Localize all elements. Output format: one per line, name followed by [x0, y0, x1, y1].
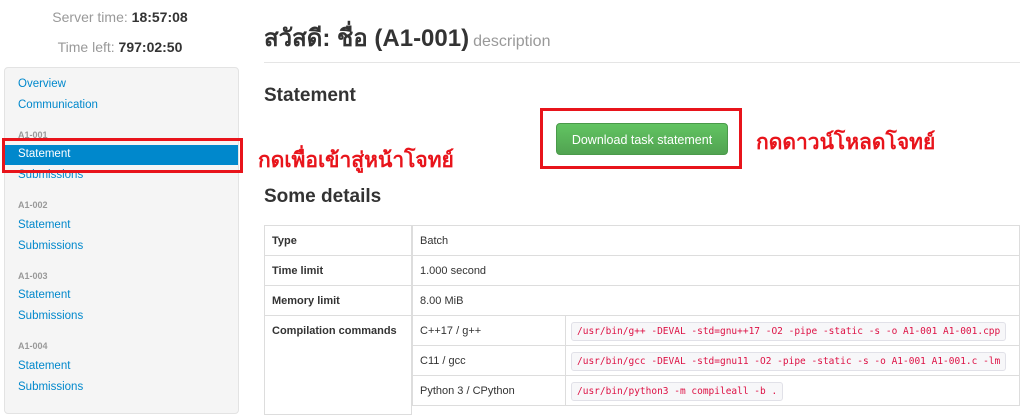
nav-a1-004-submissions[interactable]: Submissions	[18, 381, 83, 393]
sidebar: Server time: 18:57:08 Time left: 797:02:…	[0, 0, 240, 414]
page-title-text: สวัสดี: ชื่อ (A1-001)	[264, 25, 470, 52]
time-limit-value: 1.000 second	[412, 255, 1020, 286]
server-time-value: 18:57:08	[131, 9, 188, 25]
time-left: Time left: 797:02:50	[0, 39, 240, 55]
time-left-value: 797:02:50	[118, 39, 183, 55]
compiler-language: C++17 / g++	[412, 315, 566, 346]
sidebar-annotation: กดเพื่อเข้าสู่หน้าโจทย์	[258, 149, 454, 172]
server-time-label: Server time:	[52, 9, 128, 25]
download-annotation: กดดาวน์โหลดโจทย์	[756, 131, 936, 154]
memory-limit-value: 8.00 MiB	[412, 285, 1020, 316]
task-nav: Overview Communication A1-001 Statement …	[4, 67, 239, 414]
compiler-command: /usr/bin/g++ -DEVAL -std=gnu++17 -O2 -pi…	[571, 322, 1007, 341]
task-header-a1-004: A1-004	[18, 341, 48, 351]
page-description: description	[473, 33, 551, 50]
server-time: Server time: 18:57:08	[0, 9, 240, 25]
sidebar-highlight-box	[2, 138, 243, 173]
nav-a1-002-statement[interactable]: Statement	[18, 219, 70, 231]
nav-a1-004-statement[interactable]: Statement	[18, 360, 70, 372]
memory-limit-label: Memory limit	[264, 285, 412, 316]
nav-a1-003-submissions[interactable]: Submissions	[18, 310, 83, 322]
statement-heading: Statement	[264, 85, 356, 106]
task-header-a1-003: A1-003	[18, 271, 48, 281]
time-limit-label: Time limit	[264, 255, 412, 286]
compiler-command: /usr/bin/gcc -DEVAL -std=gnu11 -O2 -pipe…	[571, 352, 1007, 371]
nav-overview[interactable]: Overview	[18, 78, 66, 90]
nav-communication[interactable]: Communication	[18, 99, 98, 111]
details-heading: Some details	[264, 186, 382, 207]
compilation-label: Compilation commands	[264, 315, 412, 415]
nav-a1-003-statement[interactable]: Statement	[18, 289, 70, 301]
type-value: Batch	[412, 225, 1020, 256]
compiler-language: C11 / gcc	[412, 345, 566, 376]
task-header-a1-002: A1-002	[18, 200, 48, 210]
compiler-command: /usr/bin/python3 -m compileall -b .	[571, 382, 784, 401]
page-title: สวัสดี: ชื่อ (A1-001) description	[264, 18, 550, 57]
download-statement-button[interactable]: Download task statement	[556, 123, 728, 155]
time-left-label: Time left:	[57, 39, 115, 55]
type-label: Type	[264, 225, 412, 256]
title-divider	[264, 62, 1020, 63]
compiler-language: Python 3 / CPython	[412, 375, 566, 406]
nav-a1-002-submissions[interactable]: Submissions	[18, 240, 83, 252]
